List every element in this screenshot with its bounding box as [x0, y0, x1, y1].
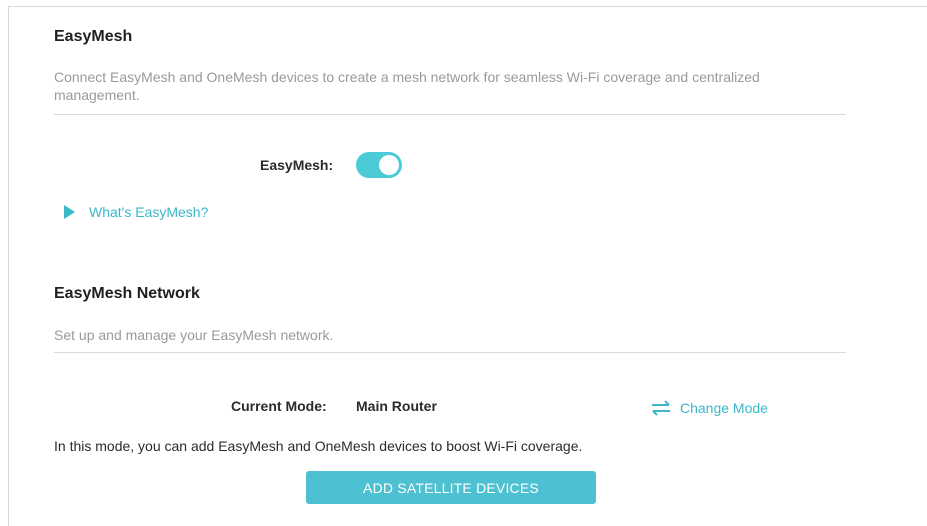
change-mode-button[interactable]: Change Mode [650, 400, 768, 416]
add-satellite-devices-button[interactable]: ADD SATELLITE DEVICES [306, 471, 596, 504]
easymesh-divider [54, 114, 846, 115]
network-divider [54, 352, 846, 353]
network-title: EasyMesh Network [54, 285, 200, 302]
whats-easymesh-link[interactable]: What's EasyMesh? [89, 204, 208, 220]
current-mode-label: Current Mode: [231, 398, 327, 414]
easymesh-toggle-label: EasyMesh: [260, 157, 334, 173]
whats-easymesh-expander[interactable]: What's EasyMesh? [64, 204, 208, 220]
easymesh-title: EasyMesh [54, 28, 133, 45]
network-description: Set up and manage your EasyMesh network. [54, 327, 334, 343]
current-mode-value: Main Router [356, 398, 437, 414]
mode-info-text: In this mode, you can add EasyMesh and O… [54, 438, 583, 454]
toggle-knob [379, 155, 399, 175]
easymesh-toggle[interactable] [356, 152, 402, 178]
swap-arrows-icon [652, 400, 670, 416]
easymesh-description: Connect EasyMesh and OneMesh devices to … [54, 69, 760, 103]
change-mode-label[interactable]: Change Mode [680, 400, 768, 416]
triangle-right-icon [64, 205, 75, 219]
